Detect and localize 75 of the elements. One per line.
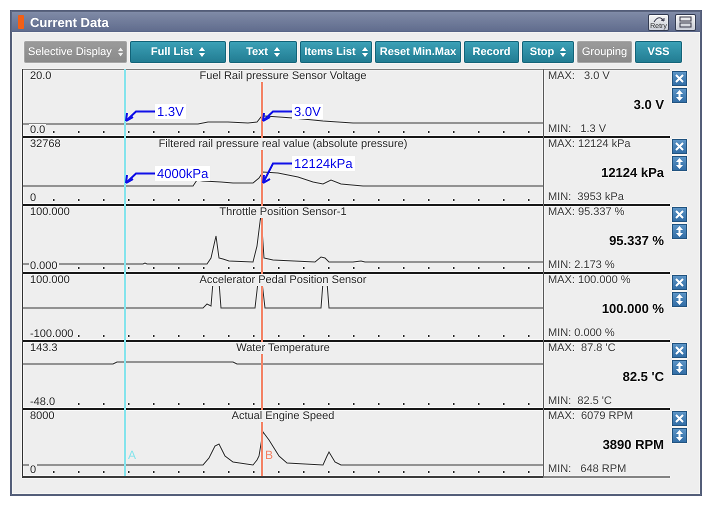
reorder-button[interactable]: [672, 224, 687, 239]
updown-caret-icon: [199, 47, 206, 57]
close-button[interactable]: [672, 275, 687, 290]
app-icon: [18, 15, 24, 29]
channel-title: Throttle Position Sensor-1: [217, 206, 349, 218]
current-value: 3890 RPM: [602, 437, 664, 452]
toolbar-button[interactable]: Record: [464, 41, 519, 63]
scale-min-label: 0: [29, 192, 38, 204]
max-reading: MAX: 6079 RPM: [548, 410, 634, 423]
reorder-button[interactable]: [672, 428, 687, 443]
current-value: 12124 kPa: [601, 165, 664, 180]
reorder-button[interactable]: [672, 292, 687, 307]
channel-title: Accelerator Pedal Position Sensor: [198, 274, 368, 286]
callout-label: 4000kPa: [155, 166, 210, 181]
retry-icon: [652, 16, 666, 22]
dropdown-button[interactable]: Text: [229, 41, 297, 63]
min-reading: MIN: 2.173 %: [548, 259, 616, 272]
callout-arrow: [124, 172, 156, 185]
close-button[interactable]: [672, 207, 687, 222]
cursor-label: A: [128, 448, 136, 462]
scale-max-label: 20.0: [29, 70, 52, 82]
scale-min-label: 0.0: [29, 124, 46, 136]
scale-max-label: 100.000: [29, 274, 71, 286]
current-value: 95.337 %: [609, 233, 664, 248]
close-button[interactable]: [672, 139, 687, 154]
scale-min-label: -100.000: [29, 328, 74, 340]
callout-label: 12124kPa: [292, 156, 355, 171]
updown-caret-icon: [118, 47, 123, 57]
reorder-button[interactable]: [672, 88, 687, 103]
updown-caret-icon: [274, 47, 280, 57]
callout-arrow: [261, 162, 293, 185]
max-reading: MAX: 3.0 V: [548, 70, 611, 83]
reorder-button[interactable]: [672, 360, 687, 375]
channel-title: Water Temperature: [234, 342, 332, 354]
toolbar-button[interactable]: Reset Min.Max: [375, 41, 461, 63]
scale-min-label: -48.0: [29, 396, 56, 408]
max-reading: MAX: 12124 kPa: [548, 138, 632, 151]
close-button[interactable]: [672, 411, 687, 426]
scale-max-label: 8000: [29, 410, 56, 422]
callout-label: 1.3V: [155, 104, 186, 119]
reorder-button[interactable]: [672, 156, 687, 171]
cursor-label: B: [265, 448, 274, 462]
callout-label: 3.0V: [292, 104, 323, 119]
max-reading: MAX: 100.000 %: [548, 274, 632, 287]
scale-max-label: 32768: [29, 138, 62, 150]
max-reading: MAX: 95.337 %: [548, 206, 626, 219]
updown-caret-icon: [362, 47, 368, 57]
current-value: 3.0 V: [634, 97, 664, 112]
current-value: 100.000 %: [602, 301, 664, 316]
callout-arrow: [124, 110, 156, 123]
max-reading: MAX: 87.8 'C: [548, 342, 617, 355]
menu-button[interactable]: [675, 14, 696, 30]
updown-caret-icon: [560, 47, 566, 57]
channel-title: Actual Engine Speed: [230, 410, 336, 422]
scale-max-label: 143.3: [29, 342, 59, 354]
scale-min-label: 0: [29, 464, 38, 476]
channel-title: Fuel Rail pressure Sensor Voltage: [198, 70, 368, 82]
min-reading: MIN: 0.000 %: [548, 327, 616, 340]
callout-arrow: [261, 110, 293, 123]
min-reading: MIN: 3953 kPa: [548, 191, 625, 204]
scale-min-label: 0.000: [29, 260, 59, 272]
dropdown-button[interactable]: Full List: [130, 41, 226, 63]
close-button[interactable]: [672, 71, 687, 86]
min-reading: MIN: 82.5 'C: [548, 395, 613, 408]
min-reading: MIN: 1.3 V: [548, 123, 608, 136]
toolbar-button[interactable]: VSS: [635, 41, 682, 63]
cursor-line[interactable]: [261, 69, 263, 476]
dropdown-button[interactable]: Stop: [522, 41, 574, 63]
window-title: Current Data: [30, 14, 110, 30]
min-reading: MIN: 648 RPM: [548, 463, 628, 476]
scale-max-label: 100.000: [29, 206, 71, 218]
dropdown-button[interactable]: Items List: [300, 41, 372, 63]
close-button[interactable]: [672, 343, 687, 358]
current-value: 82.5 'C: [622, 369, 664, 384]
channel-title: Filtered rail pressure real value (absolute pressure): [156, 138, 410, 150]
